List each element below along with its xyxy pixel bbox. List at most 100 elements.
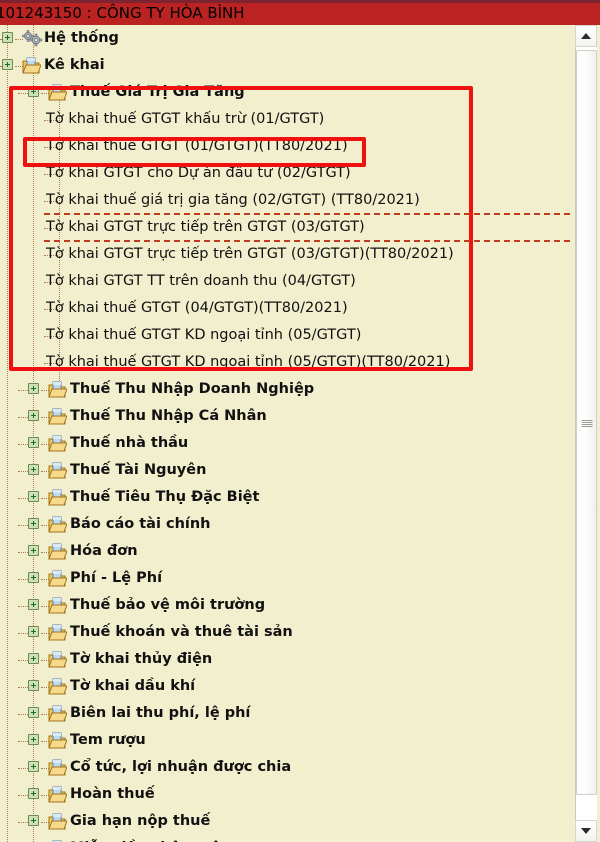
folder-icon: [48, 813, 68, 830]
tree-item-label: Tờ khai thuế GTGT KD ngoại tỉnh (05/GTGT…: [46, 327, 362, 343]
tree-leaf-item[interactable]: Tờ khai GTGT trực tiếp trên GTGT (03/GTG…: [0, 241, 570, 268]
tree-node-2[interactable]: Thuế Giá Trị Gia Tăng: [0, 79, 570, 106]
tree-node-2[interactable]: Thuế Thu Nhập Doanh Nghiệp: [0, 376, 570, 403]
expand-toggle-icon[interactable]: [28, 707, 39, 718]
tree-node-2[interactable]: Miễn tiền chậm nộp: [0, 835, 570, 842]
tree-node-2[interactable]: Phí - Lệ Phí: [0, 565, 570, 592]
tree-item-label: Cổ tức, lợi nhuận được chia: [70, 759, 292, 775]
tree-node-2[interactable]: Cổ tức, lợi nhuận được chia: [0, 754, 570, 781]
tree-leaf-item[interactable]: Tờ khai thuế GTGT KD ngoại tỉnh (05/GTGT…: [0, 322, 570, 349]
tree-node-2[interactable]: Hoàn thuế: [0, 781, 570, 808]
tree-node-2[interactable]: Thuế nhà thầu: [0, 430, 570, 457]
tree-leaf-item[interactable]: Tờ khai thuế GTGT (01/GTGT)(TT80/2021): [0, 133, 570, 160]
tree-leaf-item[interactable]: Tờ khai thuế giá trị gia tăng (02/GTGT) …: [0, 187, 570, 214]
tree-item-label: Tờ khai GTGT TT trên doanh thu (04/GTGT): [46, 273, 356, 289]
tree-node-2[interactable]: Gia hạn nộp thuế: [0, 808, 570, 835]
folder-icon: [48, 489, 68, 506]
tree-leaf-item[interactable]: Tờ khai GTGT trực tiếp trên GTGT (03/GTG…: [0, 214, 570, 241]
tree-item-label: Thuế Giá Trị Gia Tăng: [70, 84, 245, 100]
tree-item-label: Tờ khai GTGT cho Dự án đầu tư (02/GTGT): [46, 165, 351, 181]
folder-icon: [48, 435, 68, 452]
tree-item-label: Hoàn thuế: [70, 786, 155, 802]
expand-toggle-icon[interactable]: [2, 32, 13, 43]
tree-item-label: Tờ khai GTGT trực tiếp trên GTGT (03/GTG…: [46, 246, 454, 262]
tree-leaf-item[interactable]: Tờ khai GTGT TT trên doanh thu (04/GTGT): [0, 268, 570, 295]
expand-toggle-icon[interactable]: [28, 437, 39, 448]
scroll-down-button[interactable]: [575, 820, 597, 842]
tree-node-2[interactable]: Thuế khoán và thuê tài sản: [0, 619, 570, 646]
tree-panel[interactable]: Hệ thống Kê khai Thuế Giá Trị Gia Tăng Tờ k…: [0, 25, 570, 842]
expand-toggle-icon[interactable]: [28, 680, 39, 691]
tree-node-2[interactable]: Thuế Tiêu Thụ Đặc Biệt: [0, 484, 570, 511]
tree-node-2[interactable]: Thuế Thu Nhập Cá Nhân: [0, 403, 570, 430]
tree-item-label: Gia hạn nộp thuế: [70, 813, 211, 829]
tree-item-label: Tờ khai thuế GTGT khấu trừ (01/GTGT): [46, 111, 325, 127]
tree-item-label: Hệ thống: [44, 30, 119, 46]
expand-toggle-icon[interactable]: [28, 626, 39, 637]
folder-icon: [48, 597, 68, 614]
tree-node-2[interactable]: Hóa đơn: [0, 538, 570, 565]
expand-toggle-icon[interactable]: [28, 572, 39, 583]
tree-node-2[interactable]: Tem rượu: [0, 727, 570, 754]
expand-toggle-icon[interactable]: [28, 410, 39, 421]
expand-toggle-icon[interactable]: [28, 788, 39, 799]
expand-toggle-icon[interactable]: [28, 599, 39, 610]
tree-item-label: Thuế nhà thầu: [70, 435, 189, 451]
tree-item-label: Biên lai thu phí, lệ phí: [70, 705, 251, 721]
tree-item-label: Báo cáo tài chính: [70, 516, 211, 532]
tree-leaf-item[interactable]: Tờ khai thuế GTGT KD ngoại tỉnh (05/GTGT…: [0, 349, 570, 376]
expand-toggle-icon[interactable]: [28, 815, 39, 826]
expand-toggle-icon[interactable]: [28, 383, 39, 394]
tree-item-label: Thuế khoán và thuê tài sản: [70, 624, 293, 640]
expand-toggle-icon[interactable]: [28, 545, 39, 556]
expand-toggle-icon[interactable]: [28, 464, 39, 475]
folder-icon: [48, 516, 68, 533]
focus-dash-line-top: [44, 213, 600, 215]
tree-item-label: Thuế Tiêu Thụ Đặc Biệt: [70, 489, 260, 505]
treeview-window: 101243150 : CÔNG TY HÒA BÌNH Hệ thống Kê …: [0, 0, 600, 842]
tree-item-label: Tờ khai thuế GTGT (04/GTGT)(TT80/2021): [46, 300, 348, 316]
expand-toggle-icon[interactable]: [28, 491, 39, 502]
tree-node-2[interactable]: Thuế bảo vệ môi trường: [0, 592, 570, 619]
expand-toggle-icon[interactable]: [28, 518, 39, 529]
folder-icon: [48, 543, 68, 560]
expand-toggle-icon[interactable]: [28, 86, 39, 97]
tree-leaf-item[interactable]: Tờ khai thuế GTGT (04/GTGT)(TT80/2021): [0, 295, 570, 322]
folder-icon: [48, 678, 68, 695]
expand-toggle-icon[interactable]: [28, 653, 39, 664]
tree-node-2[interactable]: Báo cáo tài chính: [0, 511, 570, 538]
folder-icon: [22, 57, 42, 74]
page-title: 101243150 : CÔNG TY HÒA BÌNH: [0, 4, 245, 22]
expand-toggle-icon[interactable]: [28, 734, 39, 745]
tree-node-2[interactable]: Biên lai thu phí, lệ phí: [0, 700, 570, 727]
scroll-up-arrow-icon: [581, 33, 591, 39]
expand-toggle-icon[interactable]: [2, 59, 13, 70]
tree-node-2[interactable]: Thuế Tài Nguyên: [0, 457, 570, 484]
tree-rows: Hệ thống Kê khai Thuế Giá Trị Gia Tăng Tờ k…: [0, 25, 570, 842]
tree-item-label: Hóa đơn: [70, 543, 138, 559]
tree-leaf-item[interactable]: Tờ khai GTGT cho Dự án đầu tư (02/GTGT): [0, 160, 570, 187]
vertical-scrollbar[interactable]: [570, 25, 600, 842]
tree-item-label: Tờ khai GTGT trực tiếp trên GTGT (03/GTG…: [46, 219, 365, 235]
folder-icon: [48, 732, 68, 749]
scrollbar-thumb[interactable]: [576, 50, 597, 795]
tree-node-2[interactable]: Tờ khai thủy điện: [0, 646, 570, 673]
folder-icon: [48, 786, 68, 803]
tree-node-1[interactable]: Hệ thống: [0, 25, 570, 52]
tree-leaf-item[interactable]: Tờ khai thuế GTGT khấu trừ (01/GTGT): [0, 106, 570, 133]
tree-item-label: Thuế Thu Nhập Cá Nhân: [70, 408, 267, 424]
folder-icon: [48, 84, 68, 101]
expand-toggle-icon[interactable]: [28, 761, 39, 772]
folder-icon: [48, 651, 68, 668]
scroll-down-arrow-icon: [581, 828, 591, 834]
folder-icon: [48, 705, 68, 722]
tree-node-1[interactable]: Kê khai: [0, 52, 570, 79]
tree-item-label: Tờ khai thuế GTGT KD ngoại tỉnh (05/GTGT…: [46, 354, 451, 370]
tree-item-label: Miễn tiền chậm nộp: [70, 835, 231, 842]
tree-item-label: Kê khai: [44, 57, 105, 73]
tree-node-2[interactable]: Tờ khai dầu khí: [0, 673, 570, 700]
header-bar: 101243150 : CÔNG TY HÒA BÌNH: [0, 3, 600, 25]
scroll-up-button[interactable]: [575, 25, 597, 47]
scrollbar-grip-icon: [581, 419, 592, 428]
tree-item-label: Thuế Thu Nhập Doanh Nghiệp: [70, 381, 315, 397]
